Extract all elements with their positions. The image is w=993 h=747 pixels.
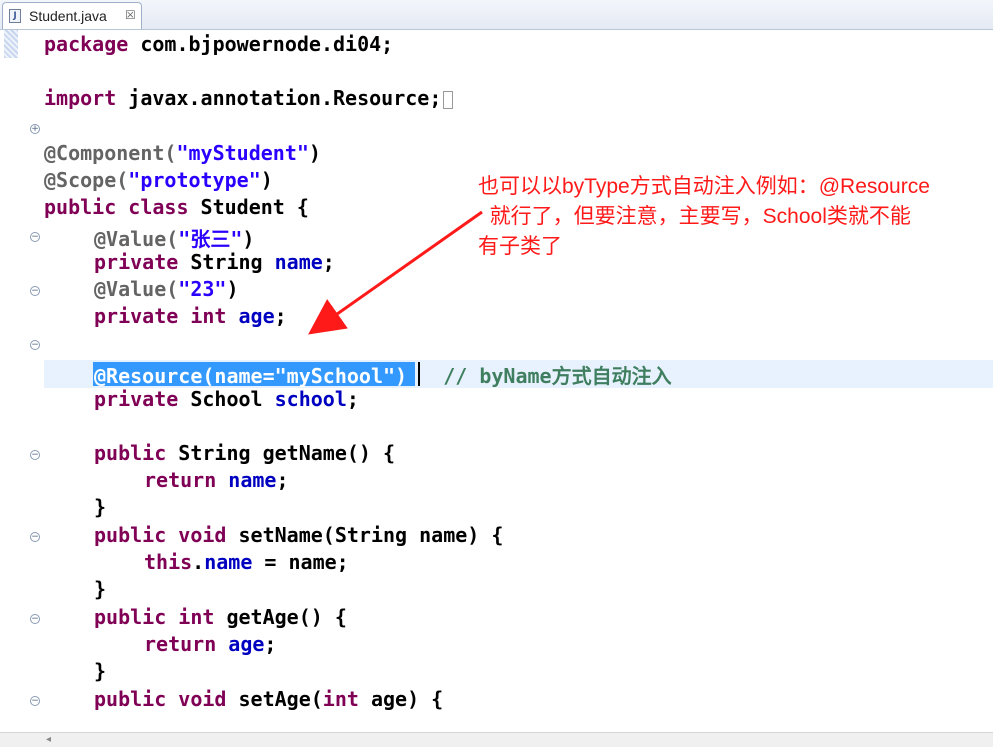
callout-line: 也可以以byType方式自动注入例如：@Resource <box>478 175 930 198</box>
collapse-icon[interactable]: − <box>30 532 40 542</box>
code-line: @Component("myStudent") <box>44 141 321 165</box>
collapse-icon[interactable]: − <box>30 696 40 706</box>
code-line: private School school; <box>94 387 359 411</box>
code-line: private String name; <box>94 250 335 274</box>
code-line: return age; <box>144 632 277 656</box>
code-line: } <box>94 577 107 601</box>
code-editor[interactable]: + − − − − − − − package com.bjpowernode.… <box>0 30 993 732</box>
collapse-icon[interactable]: − <box>30 232 40 242</box>
collapse-icon[interactable]: − <box>30 340 40 350</box>
expand-icon[interactable]: + <box>30 124 40 134</box>
code-line: public String getName() { <box>94 441 396 465</box>
annotation-callout: 也可以以byType方式自动注入例如：@Resource 就行了，但要注意，主要… <box>478 172 993 262</box>
code-line: } <box>94 495 107 519</box>
scroll-left-icon[interactable]: ◂ <box>46 734 51 745</box>
code-line: public void setName(String name) { <box>94 523 504 547</box>
code-line: @Value("张三") <box>94 227 255 251</box>
editor-tab-bar: J Student.java ☒ <box>0 0 993 30</box>
collapse-icon[interactable]: − <box>30 450 40 460</box>
code-line: public void setAge(int age) { <box>94 687 444 711</box>
collapse-icon[interactable]: − <box>30 614 40 624</box>
java-file-icon: J <box>9 9 21 23</box>
code-line: return name; <box>144 468 289 492</box>
code-line: public int getAge() { <box>94 605 347 629</box>
callout-line: 有子类了 <box>478 235 562 258</box>
close-icon[interactable]: ☒ <box>125 8 136 22</box>
callout-line: 就行了，但要注意，主要写，School类就不能 <box>478 205 911 228</box>
code-line: @Value("23") <box>94 277 239 301</box>
folded-imports-icon[interactable] <box>443 90 454 109</box>
code-line: @Scope("prototype") <box>44 168 273 192</box>
collapse-icon[interactable]: − <box>30 286 40 296</box>
tab-student-java[interactable]: J Student.java ☒ <box>2 2 142 29</box>
code-line: } <box>94 659 107 683</box>
code-line: private int age; <box>94 304 287 328</box>
text-caret <box>418 362 420 386</box>
horizontal-scrollbar[interactable]: ◂ <box>0 732 993 747</box>
tab-label: Student.java <box>29 8 107 24</box>
code-line-selected: @Resource(name="mySchool") // byName方式自动… <box>94 364 672 388</box>
code-line: import javax.annotation.Resource; <box>44 86 454 113</box>
code-line: this.name = name; <box>144 550 349 574</box>
code-line: public class Student { <box>44 195 309 219</box>
code-line: package com.bjpowernode.di04; <box>44 32 394 56</box>
